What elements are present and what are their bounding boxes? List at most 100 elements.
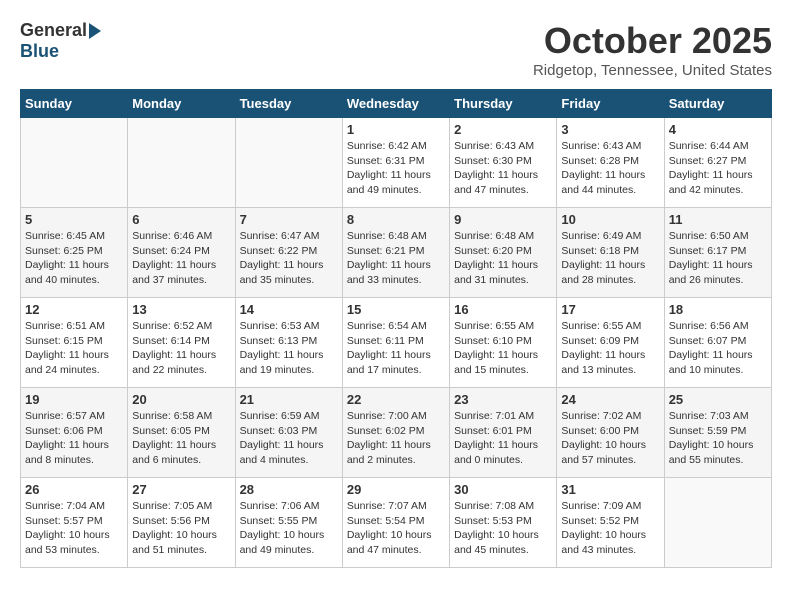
calendar-cell: 19Sunrise: 6:57 AM Sunset: 6:06 PM Dayli… (21, 388, 128, 478)
weekday-header-monday: Monday (128, 90, 235, 118)
weekday-header-wednesday: Wednesday (342, 90, 449, 118)
day-info: Sunrise: 7:04 AM Sunset: 5:57 PM Dayligh… (25, 499, 123, 558)
day-number: 19 (25, 392, 123, 407)
day-number: 28 (240, 482, 338, 497)
calendar-week-row: 12Sunrise: 6:51 AM Sunset: 6:15 PM Dayli… (21, 298, 772, 388)
day-number: 21 (240, 392, 338, 407)
calendar-cell: 10 Sunrise: 6:49 AM Sunset: 6:18 PM Dayli… (557, 208, 664, 298)
day-info: Sunrise: 6:46 AM Sunset: 6:24 PM Dayligh… (132, 229, 230, 288)
day-info: Sunrise: 6:48 AM Sunset: 6:21 PM Dayligh… (347, 229, 445, 288)
calendar-cell: 16 Sunrise: 6:55 AM Sunset: 6:10 PM Dayli… (450, 298, 557, 388)
calendar-cell: 29 Sunrise: 7:07 AM Sunset: 5:54 PM Dayli… (342, 478, 449, 568)
day-info: Sunrise: 6:47 AM Sunset: 6:22 PM Dayligh… (240, 229, 338, 288)
day-info: Sunrise: 6:59 AM Sunset: 6:03 PM Dayligh… (240, 409, 338, 468)
calendar-cell (664, 478, 771, 568)
calendar-cell (128, 118, 235, 208)
logo: General Blue (20, 20, 101, 62)
location-text: Ridgetop, Tennessee, United States (533, 62, 772, 79)
day-info: Sunrise: 6:54 AM Sunset: 6:11 PM Dayligh… (347, 319, 445, 378)
logo-arrow-icon (89, 23, 101, 39)
day-number: 6 (132, 212, 230, 227)
day-number: 24 (561, 392, 659, 407)
day-number: 30 (454, 482, 552, 497)
calendar-cell: 17 Sunrise: 6:55 AM Sunset: 6:09 PM Dayli… (557, 298, 664, 388)
day-number: 15 (347, 302, 445, 317)
day-info: Sunrise: 7:07 AM Sunset: 5:54 PM Dayligh… (347, 499, 445, 558)
day-info: Sunrise: 6:44 AM Sunset: 6:27 PM Dayligh… (669, 139, 767, 198)
calendar-cell: 12Sunrise: 6:51 AM Sunset: 6:15 PM Dayli… (21, 298, 128, 388)
calendar-cell: 25 Sunrise: 7:03 AM Sunset: 5:59 PM Dayli… (664, 388, 771, 478)
day-info: Sunrise: 7:00 AM Sunset: 6:02 PM Dayligh… (347, 409, 445, 468)
day-info: Sunrise: 6:56 AM Sunset: 6:07 PM Dayligh… (669, 319, 767, 378)
day-number: 16 (454, 302, 552, 317)
day-number: 11 (669, 212, 767, 227)
weekday-header-thursday: Thursday (450, 90, 557, 118)
day-number: 26 (25, 482, 123, 497)
calendar-cell: 7 Sunrise: 6:47 AM Sunset: 6:22 PM Daylig… (235, 208, 342, 298)
calendar-cell: 13Sunrise: 6:52 AM Sunset: 6:14 PM Dayli… (128, 298, 235, 388)
day-info: Sunrise: 7:05 AM Sunset: 5:56 PM Dayligh… (132, 499, 230, 558)
calendar-cell: 15 Sunrise: 6:54 AM Sunset: 6:11 PM Dayli… (342, 298, 449, 388)
day-info: Sunrise: 7:03 AM Sunset: 5:59 PM Dayligh… (669, 409, 767, 468)
calendar-cell: 24 Sunrise: 7:02 AM Sunset: 6:00 PM Dayli… (557, 388, 664, 478)
day-number: 12 (25, 302, 123, 317)
calendar-cell: 27 Sunrise: 7:05 AM Sunset: 5:56 PM Dayli… (128, 478, 235, 568)
day-info: Sunrise: 7:01 AM Sunset: 6:01 PM Dayligh… (454, 409, 552, 468)
calendar-cell: 2 Sunrise: 6:43 AM Sunset: 6:30 PM Daylig… (450, 118, 557, 208)
day-info: Sunrise: 6:52 AM Sunset: 6:14 PM Dayligh… (132, 319, 230, 378)
day-number: 10 (561, 212, 659, 227)
day-number: 29 (347, 482, 445, 497)
weekday-header-saturday: Saturday (664, 90, 771, 118)
calendar-table: SundayMondayTuesdayWednesdayThursdayFrid… (20, 89, 772, 568)
day-info: Sunrise: 6:58 AM Sunset: 6:05 PM Dayligh… (132, 409, 230, 468)
calendar-cell: 8 Sunrise: 6:48 AM Sunset: 6:21 PM Daylig… (342, 208, 449, 298)
calendar-cell: 9 Sunrise: 6:48 AM Sunset: 6:20 PM Daylig… (450, 208, 557, 298)
day-info: Sunrise: 7:02 AM Sunset: 6:00 PM Dayligh… (561, 409, 659, 468)
day-number: 31 (561, 482, 659, 497)
day-number: 18 (669, 302, 767, 317)
calendar-cell: 21 Sunrise: 6:59 AM Sunset: 6:03 PM Dayli… (235, 388, 342, 478)
calendar-cell: 26 Sunrise: 7:04 AM Sunset: 5:57 PM Dayli… (21, 478, 128, 568)
calendar-cell (235, 118, 342, 208)
logo-general-text: General (20, 20, 87, 41)
day-info: Sunrise: 6:50 AM Sunset: 6:17 PM Dayligh… (669, 229, 767, 288)
day-number: 2 (454, 122, 552, 137)
calendar-cell: 1Sunrise: 6:42 AM Sunset: 6:31 PM Daylig… (342, 118, 449, 208)
day-number: 7 (240, 212, 338, 227)
calendar-cell (21, 118, 128, 208)
day-number: 20 (132, 392, 230, 407)
day-info: Sunrise: 7:06 AM Sunset: 5:55 PM Dayligh… (240, 499, 338, 558)
calendar-cell: 14Sunrise: 6:53 AM Sunset: 6:13 PM Dayli… (235, 298, 342, 388)
day-number: 25 (669, 392, 767, 407)
calendar-cell: 30Sunrise: 7:08 AM Sunset: 5:53 PM Dayli… (450, 478, 557, 568)
weekday-header-row: SundayMondayTuesdayWednesdayThursdayFrid… (21, 90, 772, 118)
calendar-week-row: 19Sunrise: 6:57 AM Sunset: 6:06 PM Dayli… (21, 388, 772, 478)
day-info: Sunrise: 7:09 AM Sunset: 5:52 PM Dayligh… (561, 499, 659, 558)
weekday-header-tuesday: Tuesday (235, 90, 342, 118)
calendar-cell: 6 Sunrise: 6:46 AM Sunset: 6:24 PM Daylig… (128, 208, 235, 298)
day-number: 22 (347, 392, 445, 407)
day-number: 27 (132, 482, 230, 497)
day-number: 9 (454, 212, 552, 227)
calendar-cell: 4Sunrise: 6:44 AM Sunset: 6:27 PM Daylig… (664, 118, 771, 208)
calendar-cell: 28 Sunrise: 7:06 AM Sunset: 5:55 PM Dayli… (235, 478, 342, 568)
day-number: 14 (240, 302, 338, 317)
logo-blue-text: Blue (20, 41, 59, 62)
day-number: 17 (561, 302, 659, 317)
day-info: Sunrise: 6:48 AM Sunset: 6:20 PM Dayligh… (454, 229, 552, 288)
calendar-week-row: 26 Sunrise: 7:04 AM Sunset: 5:57 PM Dayli… (21, 478, 772, 568)
day-info: Sunrise: 6:49 AM Sunset: 6:18 PM Dayligh… (561, 229, 659, 288)
calendar-cell: 22 Sunrise: 7:00 AM Sunset: 6:02 PM Dayli… (342, 388, 449, 478)
month-title: October 2025 (533, 20, 772, 62)
day-info: Sunrise: 6:43 AM Sunset: 6:30 PM Dayligh… (454, 139, 552, 198)
calendar-week-row: 1Sunrise: 6:42 AM Sunset: 6:31 PM Daylig… (21, 118, 772, 208)
page-header: General Blue October 2025 Ridgetop, Tenn… (20, 20, 772, 79)
weekday-header-sunday: Sunday (21, 90, 128, 118)
calendar-cell: 31 Sunrise: 7:09 AM Sunset: 5:52 PM Dayli… (557, 478, 664, 568)
calendar-cell: 11 Sunrise: 6:50 AM Sunset: 6:17 PM Dayli… (664, 208, 771, 298)
day-info: Sunrise: 6:42 AM Sunset: 6:31 PM Dayligh… (347, 139, 445, 198)
day-info: Sunrise: 6:55 AM Sunset: 6:10 PM Dayligh… (454, 319, 552, 378)
day-info: Sunrise: 6:55 AM Sunset: 6:09 PM Dayligh… (561, 319, 659, 378)
calendar-cell: 5Sunrise: 6:45 AM Sunset: 6:25 PM Daylig… (21, 208, 128, 298)
day-number: 8 (347, 212, 445, 227)
